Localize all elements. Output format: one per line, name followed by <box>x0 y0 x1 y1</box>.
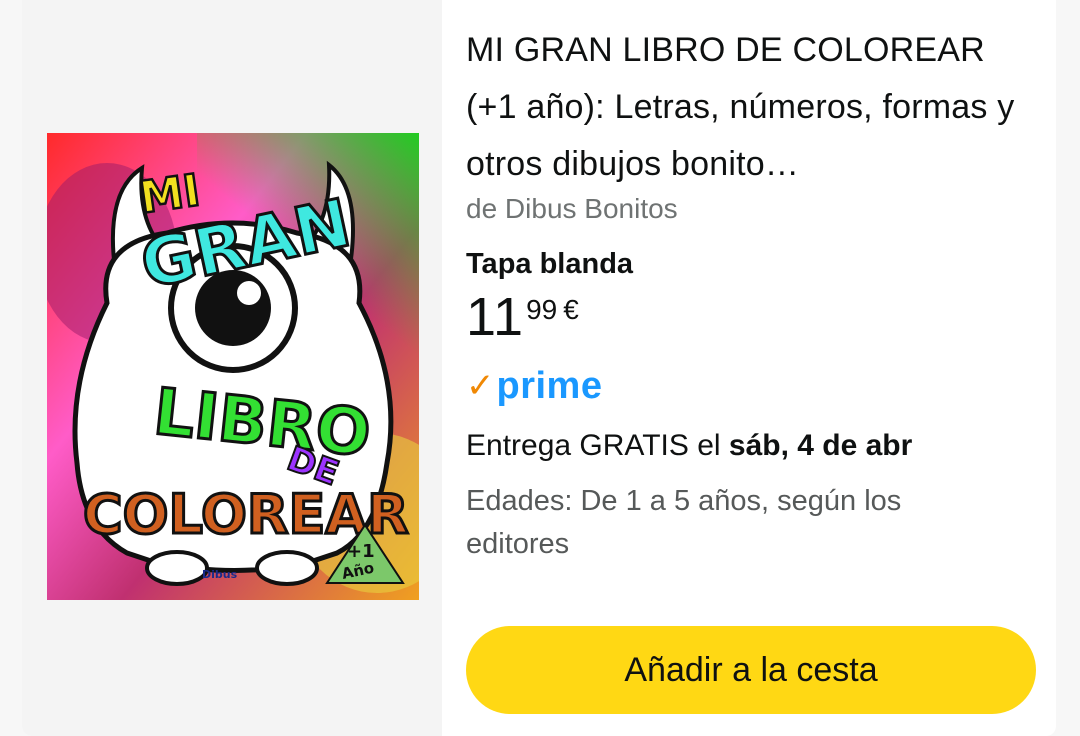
cover-publisher-logo: Dibus <box>202 568 238 581</box>
prime-label: prime <box>496 364 603 407</box>
product-card: MI GRAN LIBRO DE COLOREAR +1 Año Dibus M… <box>22 0 1056 736</box>
product-format: Tapa blanda <box>466 248 634 280</box>
product-info: MI GRAN LIBRO DE COLOREAR (+1 año): Letr… <box>466 22 1041 566</box>
product-title[interactable]: MI GRAN LIBRO DE COLOREAR (+1 año): Letr… <box>466 22 1041 193</box>
delivery-prefix: Entrega GRATIS el <box>466 429 729 462</box>
prime-badge: ✓ prime <box>466 364 1041 408</box>
product-image-panel: MI GRAN LIBRO DE COLOREAR +1 Año Dibus <box>22 0 442 736</box>
age-range: Edades: De 1 a 5 años, según los editore… <box>466 485 902 560</box>
delivery-info: Entrega GRATIS el sáb, 4 de abr <box>466 426 1041 466</box>
book-cover-illustration: MI GRAN LIBRO DE COLOREAR +1 Año Dibus <box>47 133 419 600</box>
delivery-date: sáb, 4 de abr <box>728 429 913 462</box>
product-author: de Dibus Bonitos <box>466 193 678 224</box>
prime-check-icon: ✓ <box>466 367 495 405</box>
price-cents: 99 <box>526 294 558 325</box>
add-to-cart-button[interactable]: Añadir a la cesta <box>466 626 1036 714</box>
product-price: 11 99 € <box>466 290 1041 344</box>
price-currency: € <box>563 294 579 325</box>
book-cover-image[interactable]: MI GRAN LIBRO DE COLOREAR +1 Año Dibus <box>47 133 419 600</box>
price-whole: 11 <box>466 287 525 347</box>
